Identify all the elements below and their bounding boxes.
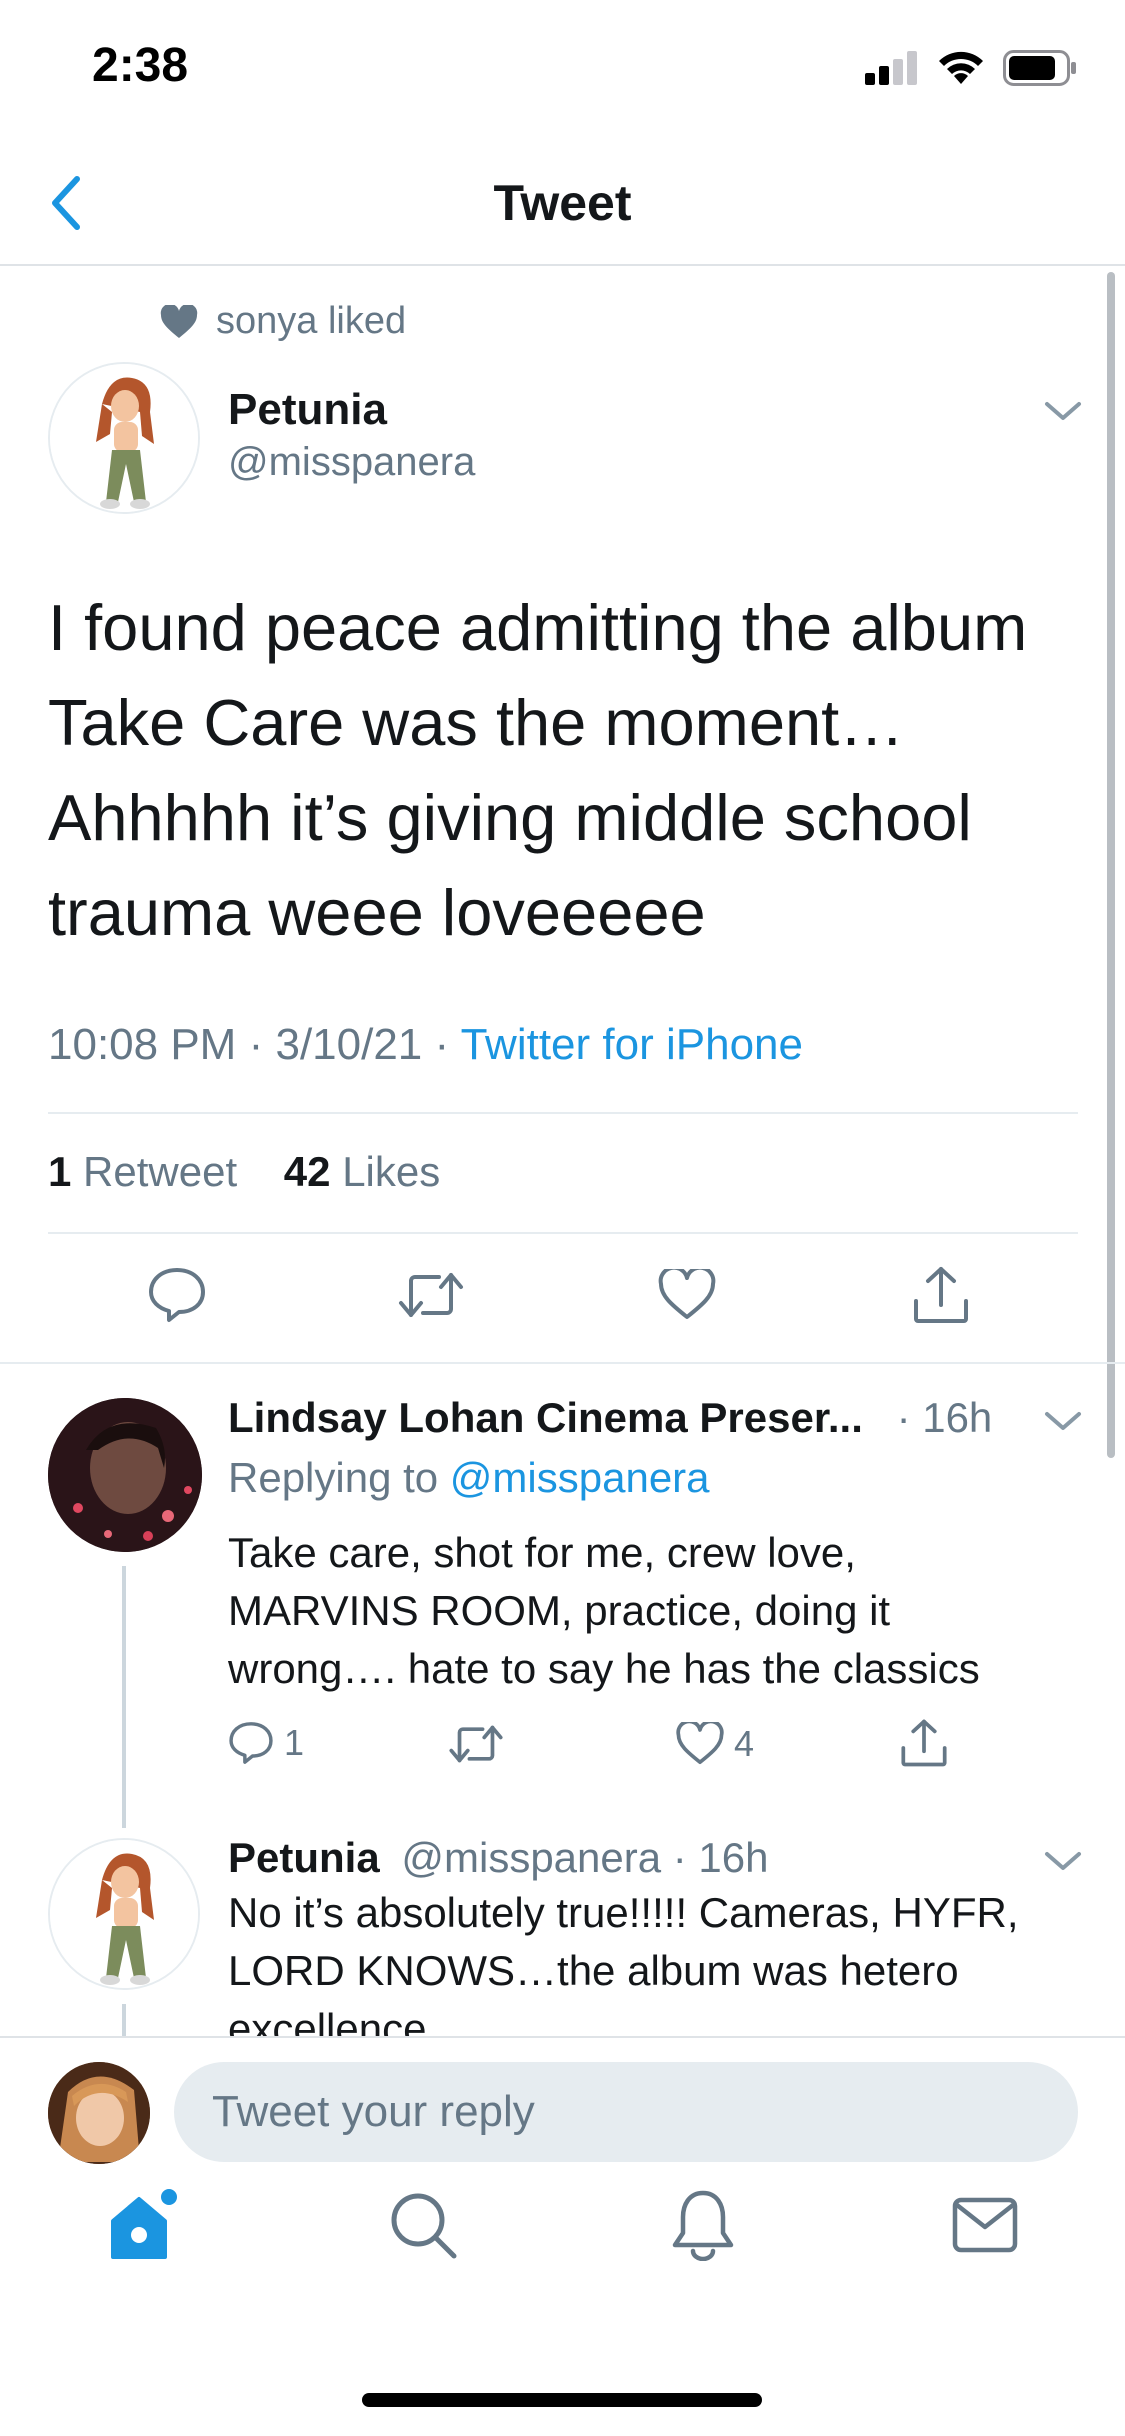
nav-bar: Tweet: [0, 140, 1125, 266]
reply-avatar[interactable]: [48, 1398, 202, 1552]
thread-line: [122, 2004, 126, 2036]
avatar-image: [50, 364, 198, 512]
reply-icon: [149, 1268, 205, 1322]
like-count: 42: [283, 1148, 331, 1195]
share-button[interactable]: [906, 1260, 976, 1330]
liked-by-text: sonya liked: [216, 300, 407, 342]
tab-search[interactable]: [378, 2180, 468, 2270]
share-icon: [914, 1267, 968, 1323]
signal-icon: [865, 51, 917, 85]
reply-author-name[interactable]: Petunia: [228, 1834, 380, 1881]
reply-count: 1: [284, 1722, 305, 1763]
mention-link[interactable]: @misspanera: [450, 1454, 710, 1501]
tab-notifications[interactable]: [658, 2180, 748, 2270]
reply-meta: @misspanera · 16h: [401, 1834, 769, 1881]
retweet-count: 1: [48, 1148, 72, 1195]
reply-author-name[interactable]: Lindsay Lohan Cinema Preser...: [228, 1394, 863, 1441]
reply-header: Lindsay Lohan Cinema Preser... · 16h: [228, 1394, 992, 1442]
divider: [48, 1112, 1078, 1114]
reply-text: Take care, shot for me, crew love, MARVI…: [228, 1529, 980, 1692]
meta-separator: ·: [434, 1020, 461, 1069]
tweet-time: 10:08 PM: [48, 1020, 237, 1069]
like-icon: [658, 1269, 716, 1319]
like-button[interactable]: [652, 1260, 722, 1330]
reply-options-button[interactable]: [1043, 1408, 1083, 1438]
thread-line: [122, 1566, 126, 1828]
tweet-stats: 1 Retweet 42 Likes: [48, 1148, 440, 1196]
page-title: Tweet: [493, 175, 632, 231]
status-bar: 2:38: [0, 0, 1125, 140]
share-icon: [901, 1719, 947, 1767]
retweet-stat[interactable]: 1 Retweet: [48, 1148, 237, 1195]
divider: [0, 1362, 1125, 1364]
divider: [48, 1232, 1078, 1234]
like-icon: [676, 1722, 724, 1765]
author-handle[interactable]: @misspanera: [228, 440, 475, 485]
heart-icon: [160, 304, 198, 338]
tab-home[interactable]: [96, 2180, 186, 2270]
reply-retweet-button[interactable]: [448, 1722, 504, 1766]
avatar-image: [50, 1840, 198, 1988]
avatar-image: [48, 1398, 202, 1552]
tweet-options-button[interactable]: [1043, 398, 1083, 428]
battery-icon: [1003, 50, 1076, 86]
status-icons: [865, 50, 1077, 86]
tweet-text: I found peace admitting the album Take C…: [48, 591, 1028, 949]
replying-to-label: Replying to: [228, 1454, 439, 1501]
chevron-down-icon: [1045, 1412, 1081, 1430]
divider: [0, 2036, 1125, 2038]
reply-button[interactable]: [142, 1260, 212, 1330]
reply-options-button[interactable]: [1043, 1848, 1083, 1878]
reply-like-count: 4: [734, 1723, 755, 1764]
tweet-meta: 10:08 PM · 3/10/21 · Twitter for iPhone: [48, 1020, 803, 1070]
messages-icon: [952, 2197, 1018, 2253]
home-indicator[interactable]: [362, 2393, 762, 2407]
reply-share-button[interactable]: [900, 1718, 948, 1768]
author-name[interactable]: Petunia: [228, 385, 387, 435]
search-icon: [391, 2193, 457, 2259]
avatar[interactable]: [48, 362, 200, 514]
tweet-action-bar: [0, 1260, 1125, 1340]
reply-input[interactable]: Tweet your reply: [174, 2062, 1078, 2162]
retweet-icon: [399, 1273, 463, 1317]
current-user-avatar[interactable]: [48, 2062, 150, 2164]
reply-like-button[interactable]: 4: [676, 1722, 754, 1766]
reply-reply-button[interactable]: 1: [228, 1720, 304, 1766]
tab-messages[interactable]: [940, 2180, 1030, 2270]
home-icon: [111, 2189, 177, 2259]
reply-avatar[interactable]: [48, 1838, 200, 1990]
avatar-image: [48, 2062, 150, 2164]
reply-meta: · 16h: [896, 1394, 993, 1441]
reply-icon: [229, 1722, 273, 1764]
reply-header: Petunia @misspanera · 16h: [228, 1834, 769, 1882]
social-context: sonya liked: [160, 300, 406, 343]
wifi-icon: [939, 51, 983, 84]
notifications-icon: [672, 2190, 734, 2261]
tab-bar: [0, 2180, 1125, 2330]
chevron-down-icon: [1045, 402, 1081, 420]
meta-separator: ·: [248, 1020, 276, 1069]
reply-input-placeholder: Tweet your reply: [212, 2087, 535, 2136]
retweet-button[interactable]: [396, 1260, 466, 1330]
likes-stat[interactable]: 42 Likes: [284, 1148, 440, 1195]
tweet-date: 3/10/21: [275, 1020, 423, 1069]
tweet-source-link[interactable]: Twitter for iPhone: [461, 1020, 803, 1069]
likes-label: Likes: [342, 1148, 441, 1195]
status-time: 2:38: [92, 39, 189, 92]
replying-to: Replying to @misspanera: [228, 1454, 710, 1502]
chevron-down-icon: [1045, 1852, 1081, 1870]
reply-text: No it’s absolutely true!!!!! Cameras, HY…: [228, 1889, 1019, 2052]
retweet-label: Retweet: [83, 1148, 238, 1195]
retweet-icon: [449, 1725, 503, 1763]
